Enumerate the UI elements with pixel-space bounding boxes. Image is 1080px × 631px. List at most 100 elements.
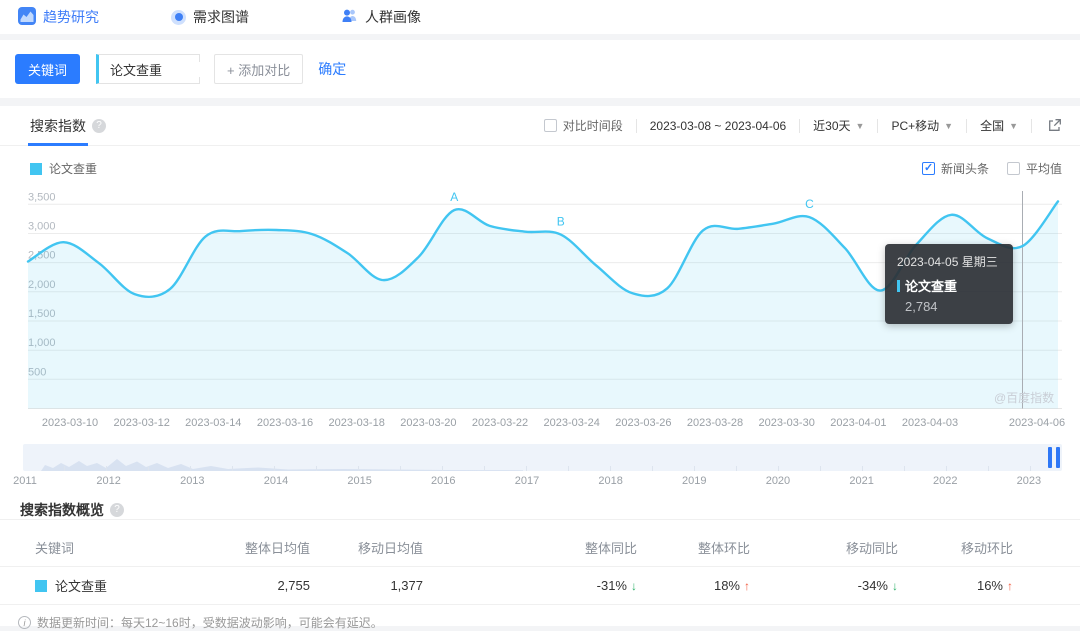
chart-tooltip: 2023-04-05 星期三 论文查重 2,784 (885, 244, 1013, 324)
baidu-index-watermark: @百度指数 (994, 391, 1055, 405)
divider (1031, 118, 1032, 133)
news-marker-B[interactable]: B (557, 215, 565, 229)
trend-arrow-icon: ↑ (1007, 579, 1013, 593)
nav-item-audience-profile[interactable]: 人群画像 (341, 7, 421, 27)
x-axis-label: 2023-03-22 (472, 417, 528, 429)
top-nav: 趋势研究 需求图谱 人群画像 (0, 0, 1080, 34)
overview-table-header: 关键词 整体日均值 移动日均值 整体同比 整体环比 移动同比 移动环比 (0, 529, 1080, 566)
x-axis-label: 2023-03-16 (257, 417, 313, 429)
year-label-2023: 2023 (1016, 475, 1042, 487)
average-toggle[interactable]: 平均值 (1006, 160, 1062, 177)
tab-search-index[interactable]: 搜索指数 (28, 106, 88, 146)
x-axis-label: 2023-04-06 (1009, 417, 1065, 429)
average-toggle-label: 平均值 (1025, 162, 1062, 176)
year-label-2013: 2013 (180, 475, 205, 487)
export-icon[interactable] (1047, 118, 1062, 133)
col-mobile-yoy: 移动同比 (845, 541, 898, 556)
person-icon (341, 8, 358, 26)
chart-header-row: 搜索指数 对比时间段 2023-03-08 ~ 2023-04-06 近30天 … (0, 106, 1080, 146)
row-mobile-mom: 16% ↑ (976, 578, 1013, 593)
demand-graph-icon (171, 9, 186, 25)
col-overall-mom: 整体环比 (697, 541, 750, 556)
year-label-2018: 2018 (598, 475, 623, 487)
chevron-down-icon: ▼ (855, 120, 865, 131)
year-label-2016: 2016 (431, 475, 456, 487)
col-mobile-daily-avg: 移动日均值 (357, 541, 423, 556)
x-axis-label: 2023-03-14 (185, 417, 241, 429)
year-label-2020: 2020 (765, 475, 791, 487)
x-axis-label: 2023-03-24 (544, 417, 600, 429)
svg-text:3,000: 3,000 (28, 221, 56, 233)
x-axis-label: 2023-03-20 (400, 417, 456, 429)
keyword-button[interactable]: 关键词 (15, 54, 81, 84)
compare-period-label: 对比时间段 (562, 119, 623, 133)
row-keyword-cell: 论文查重 (35, 576, 235, 595)
help-icon[interactable] (92, 118, 106, 133)
overview-title: 搜索指数概览 (20, 502, 104, 518)
series-color-swatch (30, 162, 42, 175)
slider-handle-left[interactable] (1048, 447, 1052, 468)
year-label-2017: 2017 (514, 475, 540, 487)
news-marker-C[interactable]: C (805, 197, 814, 211)
table-row[interactable]: 论文查重 2,755 1,377 -31% ↓ 18% ↑ -34% ↓ 16% ↑ (0, 567, 1080, 604)
timeline-slider[interactable] (23, 444, 1062, 471)
year-label-2012: 2012 (96, 475, 121, 487)
add-compare-button[interactable]: + 添加对比 (214, 54, 304, 84)
x-axis-label: 2023-03-26 (615, 417, 671, 429)
slider-tick-marks (23, 466, 1062, 471)
divider (0, 519, 1080, 520)
year-label-2019: 2019 (682, 475, 707, 487)
year-label-2021: 2021 (849, 475, 874, 487)
x-axis-label: 2023-03-30 (759, 417, 815, 429)
divider (966, 118, 968, 133)
x-axis-label: 2023-03-12 (114, 417, 170, 429)
help-icon[interactable] (110, 503, 124, 517)
device-dropdown[interactable]: PC+移动 ▼ (891, 117, 953, 134)
slider-handle-right[interactable] (1056, 447, 1060, 468)
chart-filters: 对比时间段 2023-03-08 ~ 2023-04-06 近30天 ▼ PC+… (543, 117, 1062, 134)
time-span-value: 近30天 (813, 119, 851, 133)
nav-item-trend-research[interactable]: 趋势研究 (18, 6, 99, 28)
device-value: PC+移动 (891, 119, 940, 133)
tooltip-keyword: 论文查重 (905, 279, 958, 294)
year-label-2011: 2011 (13, 475, 37, 487)
note-text: 数据更新时间：每天12~16时，受数据波动影响，可能会有延迟。 (37, 616, 383, 630)
col-overall-yoy: 整体同比 (584, 541, 637, 556)
average-checkbox[interactable] (1006, 162, 1020, 175)
date-range-value[interactable]: 2023-03-08 ~ 2023-04-06 (650, 119, 786, 133)
x-axis-label: 2023-03-18 (329, 417, 385, 429)
x-axis-label: 2023-04-01 (830, 417, 886, 429)
year-label-2015: 2015 (347, 475, 372, 487)
confirm-link[interactable]: 确定 (318, 59, 346, 79)
chevron-down-icon: ▼ (944, 120, 954, 131)
keyword-input[interactable] (110, 61, 201, 77)
tooltip-series-bar (897, 279, 900, 292)
news-checkbox-checked[interactable] (921, 161, 935, 175)
tooltip-date: 2023-04-05 星期三 (897, 255, 998, 269)
row-overall-yoy: -31% ↓ (596, 578, 637, 593)
divider (877, 118, 879, 133)
tooltip-value: 2,784 (905, 299, 938, 314)
compare-period-checkbox[interactable] (543, 119, 557, 132)
divider (635, 118, 637, 133)
series-color-swatch (35, 579, 47, 592)
news-marker-A[interactable]: A (450, 190, 458, 204)
svg-text:3,500: 3,500 (28, 191, 56, 203)
news-headline-toggle[interactable]: 新闻头条 (921, 160, 989, 177)
time-span-dropdown[interactable]: 近30天 ▼ (813, 117, 864, 134)
year-label-2014: 2014 (263, 475, 289, 487)
nav-item-demand-graph[interactable]: 需求图谱 (171, 7, 249, 27)
nav-label-demand: 需求图谱 (193, 9, 249, 25)
keyword-bar: 关键词 + 添加对比 确定 (0, 40, 1080, 98)
trend-chart-area[interactable]: 500 1,000 1,500 2,000 2,500 3,000 3,500 A B C 2023… (0, 183, 1080, 439)
divider (799, 118, 801, 133)
region-dropdown[interactable]: 全国 ▼ (980, 117, 1018, 134)
legend-keyword: 论文查重 (49, 162, 98, 176)
news-toggle-label: 新闻头条 (940, 162, 989, 176)
timeline-year-labels: 2011 2012 2013 2014 2015 2016 2017 2018 2019 2020… (13, 473, 1062, 491)
col-mobile-mom: 移动环比 (960, 541, 1013, 556)
row-mobile-yoy: -34% ↓ (857, 578, 898, 593)
year-label-2022: 2022 (933, 475, 958, 487)
chevron-down-icon: ▼ (1009, 120, 1018, 131)
search-index-card: 搜索指数 对比时间段 2023-03-08 ~ 2023-04-06 近30天 … (0, 106, 1080, 630)
